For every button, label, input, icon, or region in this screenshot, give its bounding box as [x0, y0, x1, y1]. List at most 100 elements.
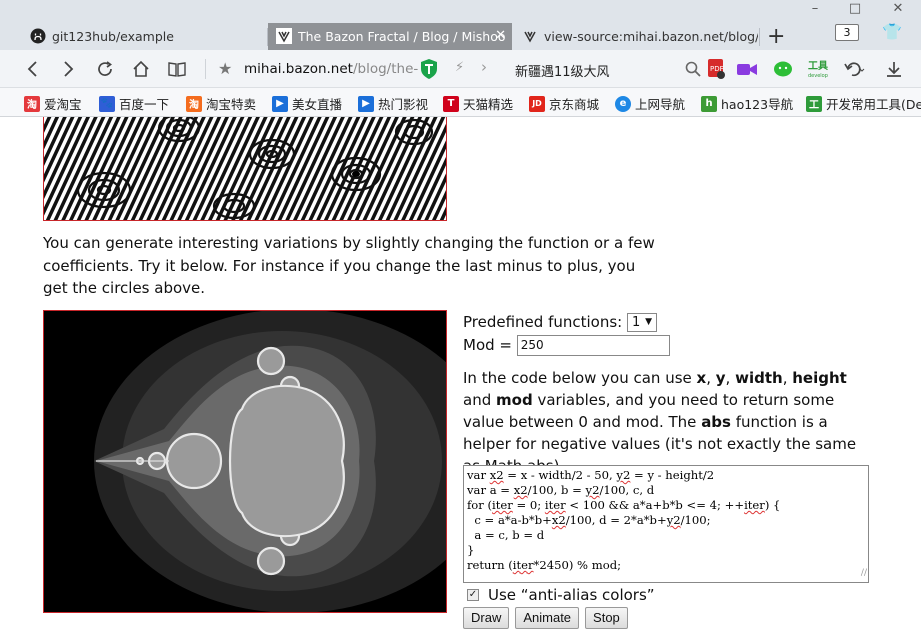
code-explanation: In the code below you can use x, y, widt… — [463, 367, 868, 477]
svg-text:工具: 工具 — [808, 60, 828, 72]
tab-view-source[interactable]: view-source:mihai.bazon.net/blog/ — [514, 23, 758, 50]
bookmark-item[interactable]: ▶ 热门影视 — [358, 94, 428, 113]
close-window-icon[interactable]: ✕ — [878, 0, 918, 20]
mod-row: Mod = 250 — [463, 335, 670, 356]
wechat-icon[interactable] — [771, 57, 795, 81]
bookmark-icon: JD — [529, 95, 545, 112]
var-width: width — [735, 369, 783, 387]
search-icon[interactable] — [681, 57, 705, 81]
expl-text: In the code below you can use — [463, 369, 697, 387]
bookmark-label: 百度一下 — [119, 97, 170, 112]
reader-icon[interactable] — [165, 57, 189, 81]
bookmark-item[interactable]: 淘爱淘宝 — [24, 94, 82, 113]
predefined-select[interactable]: 1 ▼ — [627, 313, 657, 332]
bookmark-star-icon[interactable]: ★ — [218, 59, 232, 78]
reload-icon[interactable] — [93, 57, 117, 81]
bookmark-item[interactable]: e 上网导航 — [615, 94, 685, 113]
predefined-value: 1 — [632, 315, 641, 330]
code-line: a = c, b = d — [467, 528, 545, 542]
bookmark-label: 淘宝特卖 — [206, 97, 257, 112]
code-line: return (iter*2450) % mod; — [467, 558, 622, 572]
svg-text:develop: develop — [808, 73, 828, 79]
github-icon — [30, 28, 46, 44]
bookmarks-bar: 淘爱淘宝 🐾 百度一下 淘淘宝特卖 ▶ 美女直播 ▶ 热门影视 T 天猫精选 JD 京东商… — [0, 88, 921, 117]
tab-count-badge[interactable]: 3 — [835, 24, 859, 41]
tab-github[interactable]: git123hub/example — [22, 23, 266, 50]
forward-icon[interactable] — [56, 57, 80, 81]
download-icon[interactable] — [882, 57, 906, 81]
bookmark-item[interactable]: ▶ 美女直播 — [272, 94, 342, 113]
news-ticker[interactable]: 新疆遇11级大风 — [515, 61, 610, 80]
circles-fractal-image — [43, 117, 447, 221]
bookmark-icon: ▶ — [358, 95, 374, 112]
var-mod: mod — [496, 391, 533, 409]
bookmark-label: 美女直播 — [292, 97, 343, 112]
pdf-extension-icon[interactable]: PDF — [704, 57, 728, 81]
chevron-right-icon[interactable]: › — [481, 58, 487, 76]
video-camera-icon[interactable] — [735, 57, 759, 81]
expl-text: and — [463, 391, 492, 409]
anti-alias-checkbox[interactable]: ✓ — [467, 589, 479, 601]
stop-button[interactable]: Stop — [585, 607, 628, 629]
bookmark-item[interactable]: 淘淘宝特卖 — [186, 94, 256, 113]
site-favicon-icon — [276, 28, 292, 44]
minimize-icon[interactable]: – — [795, 0, 835, 20]
lightning-icon[interactable]: ⚡ — [455, 60, 464, 75]
bookmark-item[interactable]: 🐾 百度一下 — [99, 94, 169, 113]
tab-strip: – □ ✕ git123hub/example The Bazon Fracta… — [0, 0, 921, 50]
bookmark-icon: e — [615, 95, 631, 112]
address-bar[interactable]: mihai.bazon.net/blog/the- — [244, 61, 418, 77]
bookmark-label: 热门影视 — [378, 97, 429, 112]
bookmark-icon: 工 — [806, 95, 822, 112]
tab-divider — [759, 28, 760, 46]
bookmark-label: 天猫精选 — [463, 97, 514, 112]
code-line: c = a*a-b*b+x2/100, d = 2*a*b+y2/100; — [467, 513, 711, 527]
bookmark-item[interactable]: h hao123导航 — [701, 94, 793, 113]
maximize-icon[interactable]: □ — [835, 0, 875, 20]
code-line: var x2 = x - width/2 - 50, y2 = y - heig… — [467, 468, 715, 482]
bookmark-item[interactable]: T 天猫精选 — [443, 94, 513, 113]
bookmark-icon: 淘 — [24, 95, 40, 112]
mod-input[interactable]: 250 — [516, 335, 670, 356]
mod-label: Mod = — [463, 336, 512, 354]
new-tab-icon[interactable]: + — [767, 24, 785, 49]
var-height: height — [792, 369, 847, 387]
bookmark-label: 京东商城 — [549, 97, 600, 112]
bookmark-icon: h — [701, 95, 717, 112]
skin-icon[interactable]: 👕 — [882, 22, 902, 41]
var-y: y — [715, 369, 726, 387]
bookmark-label: 开发常用工具(Dev — [826, 97, 921, 112]
code-line: for (iter = 0; iter < 100 && a*a+b*b <= … — [467, 498, 781, 512]
bookmark-label: 爱淘宝 — [44, 97, 82, 112]
security-shield-icon[interactable] — [419, 58, 439, 80]
navigation-bar: ★ mihai.bazon.net/blog/the- ⚡ › 新疆遇11级大风… — [0, 50, 921, 88]
divider — [205, 59, 206, 79]
site-favicon-icon — [524, 31, 536, 43]
back-icon[interactable] — [21, 57, 45, 81]
address-path: /blog/the- — [352, 61, 419, 77]
undo-icon[interactable] — [842, 57, 866, 81]
var-x: x — [696, 369, 707, 387]
close-tab-icon[interactable]: ✕ — [495, 28, 506, 43]
code-line: } — [467, 543, 475, 557]
animate-button[interactable]: Animate — [515, 607, 580, 629]
dev-tools-icon[interactable]: 工具 develop — [806, 57, 830, 81]
abs-function: abs — [701, 413, 731, 431]
bookmark-icon: 🐾 — [99, 95, 115, 112]
intro-paragraph: You can generate interesting variations … — [43, 234, 655, 297]
bookmark-label: hao123导航 — [721, 97, 794, 112]
tab-title: The Bazon Fractal / Blog / Mishoo — [298, 29, 506, 44]
mandelbrot-canvas[interactable] — [43, 310, 447, 613]
anti-alias-checkbox-row[interactable]: ✓ Use “anti-alias colors” — [467, 586, 655, 604]
bookmark-icon: ▶ — [272, 95, 288, 112]
bookmark-item[interactable]: 工开发常用工具(Dev — [806, 94, 921, 113]
code-editor[interactable]: var x2 = x - width/2 - 50, y2 = y - heig… — [463, 465, 869, 583]
home-icon[interactable] — [129, 57, 153, 81]
draw-button[interactable]: Draw — [463, 607, 510, 629]
bookmark-item[interactable]: JD 京东商城 — [529, 94, 599, 113]
address-host: mihai.bazon.net — [244, 61, 353, 77]
chevron-down-icon: ▼ — [645, 317, 652, 327]
predefined-row: Predefined functions: 1 ▼ — [463, 313, 657, 332]
tab-bazon-fractal[interactable]: The Bazon Fractal / Blog / Mishoo ✕ — [268, 23, 512, 50]
resize-grip-icon[interactable]: ∕∕ — [861, 566, 867, 581]
